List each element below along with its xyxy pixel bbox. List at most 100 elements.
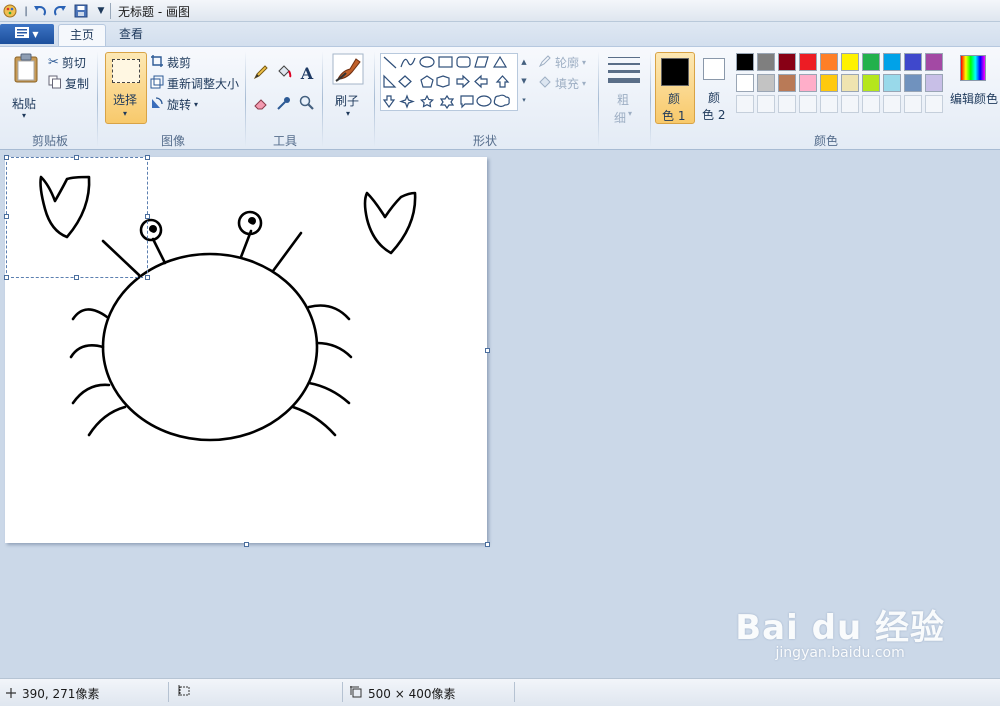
fill-tool[interactable] bbox=[274, 63, 294, 83]
fill-label: 填充 bbox=[555, 76, 580, 91]
tab-view[interactable]: 查看 bbox=[108, 24, 154, 46]
cut-button[interactable]: ✂ 剪切 bbox=[48, 53, 86, 71]
select-button[interactable]: 选择 ▾ bbox=[105, 52, 147, 124]
outline-button[interactable]: 轮廓 ▾ bbox=[538, 53, 586, 71]
shapes-scrollbar[interactable]: ▲ ▼ ▾ bbox=[519, 53, 529, 111]
palette-swatch[interactable] bbox=[820, 53, 838, 71]
selection-handle[interactable] bbox=[145, 155, 150, 160]
redo-icon[interactable] bbox=[52, 3, 68, 19]
selection-handle[interactable] bbox=[4, 275, 9, 280]
group-separator bbox=[598, 51, 599, 147]
custom-color-slot[interactable] bbox=[820, 95, 838, 113]
selection-handle[interactable] bbox=[145, 214, 150, 219]
baidu-watermark: Bai du 经验 jingyan.baidu.com bbox=[735, 600, 945, 661]
copy-label: 复制 bbox=[65, 76, 90, 91]
select-dropdown-icon: ▾ bbox=[123, 109, 128, 118]
palette-swatch[interactable] bbox=[925, 74, 943, 92]
custom-color-slot[interactable] bbox=[841, 95, 859, 113]
gallery-expand-icon[interactable]: ▾ bbox=[519, 91, 529, 110]
palette-swatch[interactable] bbox=[841, 53, 859, 71]
magnifier-icon bbox=[299, 95, 315, 114]
palette-swatch[interactable] bbox=[757, 53, 775, 71]
cursor-position-text: 390, 271像素 bbox=[22, 687, 100, 701]
palette-swatch[interactable] bbox=[904, 74, 922, 92]
eraser-tool[interactable] bbox=[251, 94, 271, 114]
paint-menu-button[interactable]: ▼ bbox=[0, 24, 54, 44]
fill-shape-icon bbox=[538, 75, 552, 92]
rotate-label: 旋转 bbox=[167, 97, 192, 112]
palette-swatch[interactable] bbox=[757, 74, 775, 92]
resize-icon bbox=[150, 75, 164, 92]
window-title: 无标题 - 画图 bbox=[118, 5, 190, 19]
canvas-resize-handle[interactable] bbox=[244, 542, 249, 547]
shapes-gallery-icons bbox=[382, 55, 510, 110]
brush-icon bbox=[332, 53, 364, 88]
fill-button[interactable]: 填充 ▾ bbox=[538, 74, 586, 92]
paint-app-icon[interactable] bbox=[2, 3, 18, 19]
resize-button[interactable]: 重新调整大小 bbox=[150, 74, 239, 92]
save-icon[interactable] bbox=[73, 3, 89, 19]
palette-swatch[interactable] bbox=[904, 53, 922, 71]
selection-handle[interactable] bbox=[74, 275, 79, 280]
selection-size-icon bbox=[178, 685, 190, 700]
size-button[interactable]: 粗 细 ▾ bbox=[604, 51, 644, 125]
custom-color-slot[interactable] bbox=[778, 95, 796, 113]
text-tool[interactable]: A bbox=[297, 63, 317, 83]
paste-button[interactable]: 粘贴 ▾ bbox=[8, 51, 44, 125]
palette-swatch[interactable] bbox=[841, 74, 859, 92]
palette-swatch[interactable] bbox=[736, 74, 754, 92]
custom-color-slot[interactable] bbox=[925, 95, 943, 113]
ribbon: 粘贴 ▾ ✂ 剪切 复制 剪贴板 选择 ▾ 裁剪 重新调整大小 旋转 ▾ 图像 … bbox=[0, 46, 1000, 150]
brushes-button[interactable]: 刷子 ▾ bbox=[330, 51, 368, 125]
colors-group-label: 颜色 bbox=[813, 134, 838, 148]
color-picker-tool[interactable] bbox=[274, 94, 294, 114]
custom-color-slot[interactable] bbox=[757, 95, 775, 113]
palette-swatch[interactable] bbox=[883, 53, 901, 71]
palette-swatch[interactable] bbox=[883, 74, 901, 92]
selection-handle[interactable] bbox=[4, 155, 9, 160]
canvas-resize-handle[interactable] bbox=[485, 348, 490, 353]
custom-color-slot[interactable] bbox=[904, 95, 922, 113]
scroll-up-icon[interactable]: ▲ bbox=[519, 53, 529, 72]
palette-swatch[interactable] bbox=[799, 53, 817, 71]
custom-color-slot[interactable] bbox=[736, 95, 754, 113]
shapes-gallery[interactable] bbox=[380, 53, 518, 111]
custom-color-slot[interactable] bbox=[799, 95, 817, 113]
color1-button[interactable]: 颜 色 1 bbox=[655, 52, 695, 124]
palette-swatch[interactable] bbox=[799, 74, 817, 92]
canvas-size-text: 500 × 400像素 bbox=[368, 687, 456, 701]
palette-swatch[interactable] bbox=[862, 53, 880, 71]
copy-button[interactable]: 复制 bbox=[48, 74, 89, 92]
palette-swatch[interactable] bbox=[778, 74, 796, 92]
custom-color-slot[interactable] bbox=[883, 95, 901, 113]
selection-handle[interactable] bbox=[4, 214, 9, 219]
cursor-position: 390, 271像素 bbox=[6, 685, 99, 702]
undo-icon[interactable] bbox=[32, 3, 48, 19]
watermark-logo: Bai du 经验 bbox=[735, 608, 945, 648]
color2-button[interactable]: 颜 色 2 bbox=[700, 52, 730, 124]
color1-label-line2: 色 1 bbox=[662, 109, 686, 123]
pencil-tool[interactable] bbox=[251, 63, 271, 83]
cut-label: 剪切 bbox=[61, 55, 86, 70]
magnifier-tool[interactable] bbox=[297, 94, 317, 114]
canvas-resize-handle[interactable] bbox=[485, 542, 490, 547]
select-label: 选择 bbox=[113, 93, 138, 107]
palette-swatch[interactable] bbox=[778, 53, 796, 71]
crop-button[interactable]: 裁剪 bbox=[150, 53, 191, 71]
group-separator bbox=[245, 51, 246, 147]
customize-dropdown-icon[interactable]: ▼ bbox=[93, 3, 109, 19]
palette-swatch[interactable] bbox=[925, 53, 943, 71]
rotate-button[interactable]: 旋转 ▾ bbox=[150, 95, 198, 113]
palette-swatch[interactable] bbox=[736, 53, 754, 71]
selection-handle[interactable] bbox=[74, 155, 79, 160]
palette-swatch[interactable] bbox=[820, 74, 838, 92]
palette-swatch[interactable] bbox=[862, 74, 880, 92]
selection-handle[interactable] bbox=[145, 275, 150, 280]
selection-rectangle[interactable] bbox=[6, 157, 148, 278]
custom-color-slot[interactable] bbox=[862, 95, 880, 113]
tab-home[interactable]: 主页 bbox=[58, 24, 107, 46]
scroll-down-icon[interactable]: ▼ bbox=[519, 72, 529, 91]
color2-label-line2: 色 2 bbox=[702, 108, 726, 122]
color1-swatch bbox=[661, 58, 689, 86]
edit-colors-button[interactable]: 编辑颜色 bbox=[950, 53, 998, 123]
